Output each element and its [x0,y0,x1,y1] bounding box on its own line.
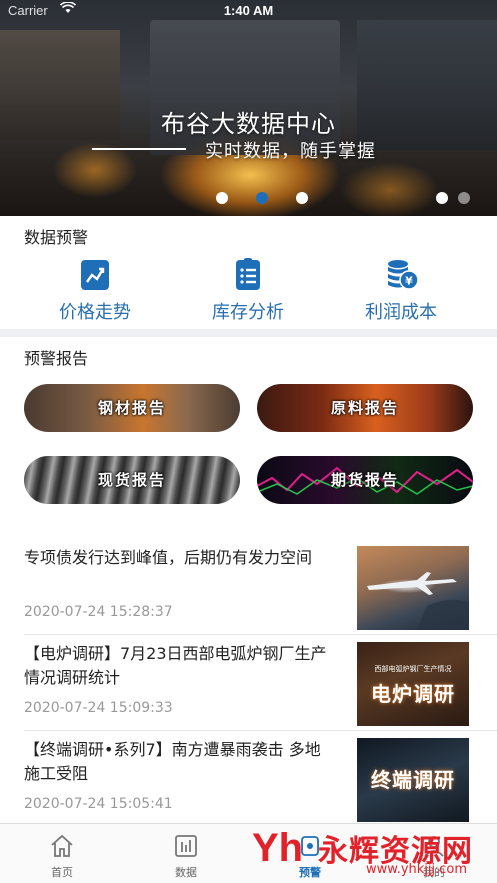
shortcut-profit-cost[interactable]: ¥ 利润成本 [326,258,476,328]
report-button-spot[interactable]: 现货报告 [24,456,240,504]
section-divider [0,329,497,337]
thumb-title: 终端调研 [371,768,455,792]
watermark-logo-icon: Yh [252,826,304,870]
section-title-data-warning: 数据预警 [24,228,89,247]
airplane-image [367,572,469,630]
news-thumbnail: 终端调研 [357,738,469,822]
news-item[interactable]: 【终端调研•系列7】南方遭暴雨袭击 多地施工受阻 2020-07-24 15:0… [0,732,497,828]
news-item[interactable]: 专项债发行达到峰值，后期仍有发力空间 2020-07-24 15:28:37 [0,540,497,636]
banner-carousel[interactable]: Carrier 1:40 AM 布谷大数据中心 实时数据，随手掌握 [0,0,497,216]
tab-data[interactable]: 数据 [146,832,226,880]
news-separator [24,634,497,635]
shortcut-label: 利润成本 [365,302,437,323]
report-label: 钢材报告 [97,399,166,417]
carousel-dot[interactable] [296,192,308,204]
report-label: 期货报告 [330,471,399,489]
trend-chart-icon [79,258,111,292]
report-button-steel[interactable]: 钢材报告 [24,384,240,432]
carousel-dot[interactable] [458,192,470,204]
svg-text:¥: ¥ [405,275,413,288]
section-title-reports: 预警报告 [24,349,89,368]
news-separator [24,730,497,731]
banner-subtitle: 实时数据，随手掌握 [205,141,376,162]
list-document-icon [232,258,264,292]
home-icon [48,832,76,860]
carousel-dot-active[interactable] [256,192,268,204]
banner-title: 布谷大数据中心 [161,110,336,138]
report-button-raw-material[interactable]: 原料报告 [257,384,473,432]
carousel-dot[interactable] [216,192,228,204]
news-title: 【终端调研•系列7】南方遭暴雨袭击 多地施工受阻 [24,740,321,783]
tab-home[interactable]: 首页 [22,832,102,880]
news-time: 2020-07-24 15:09:33 [24,700,173,716]
carousel-indicator [0,192,497,204]
tab-label: 数据 [175,866,197,879]
news-time: 2020-07-24 15:28:37 [24,604,173,620]
thumb-title: 电炉调研 [371,682,455,706]
shortcut-price-trend[interactable]: 价格走势 [20,258,170,328]
shortcut-inventory-analysis[interactable]: 库存分析 [173,258,323,328]
tab-label: 首页 [51,866,73,879]
news-item[interactable]: 【电炉调研】7月23日西部电弧炉钢厂生产情况调研统计 2020-07-24 15… [0,636,497,732]
shortcut-label: 库存分析 [212,302,284,323]
report-label: 现货报告 [97,471,166,489]
news-time: 2020-07-24 15:05:41 [24,796,173,812]
report-label: 原料报告 [330,399,399,417]
status-bar: Carrier 1:40 AM [0,0,497,24]
watermark: Yh 永辉资源网 www.yhkjjj.com [248,822,497,883]
news-thumbnail: 西部电弧炉钢厂生产情况 电炉调研 [357,642,469,726]
carousel-dot[interactable] [436,192,448,204]
shortcut-label: 价格走势 [59,302,131,323]
banner-divider-line [92,148,186,150]
bar-chart-icon [172,832,200,860]
watermark-url: www.yhkjjj.com [366,862,468,877]
news-thumbnail [357,546,469,630]
report-button-futures[interactable]: 期货报告 [257,456,473,504]
thumb-caption: 西部电弧炉钢厂生产情况 [374,665,452,673]
status-time: 1:40 AM [223,3,274,18]
news-title: 【电炉调研】7月23日西部电弧炉钢厂生产情况调研统计 [24,644,327,687]
news-title: 专项债发行达到峰值，后期仍有发力空间 [24,548,313,567]
coins-yuan-icon: ¥ [385,258,419,292]
